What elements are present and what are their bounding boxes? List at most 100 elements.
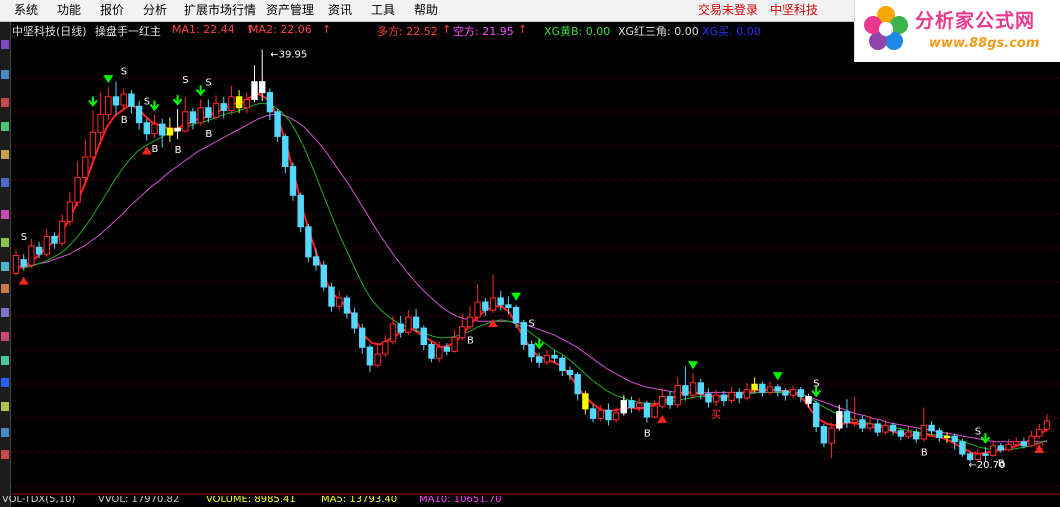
- kong-value: 空方: 21.95: [453, 25, 514, 38]
- menu-help[interactable]: 帮助: [414, 0, 438, 21]
- candle-body: [520, 322, 528, 346]
- ma1-value: MA1: 22.44: [172, 23, 235, 36]
- candle-body: [728, 391, 735, 402]
- signal-b-label: B: [205, 129, 212, 140]
- candle-body: [274, 111, 281, 137]
- candlestick-chart[interactable]: SSBSB BS SBBSB买SBSB买 ←39.95 ←20.70: [11, 22, 1060, 495]
- candle-body: [782, 390, 789, 396]
- candle-body: [682, 385, 689, 396]
- candle-body: [235, 96, 243, 109]
- signal-green-triangle-icon: [688, 361, 699, 370]
- candle-body: [412, 316, 420, 329]
- candle-body: [197, 107, 204, 124]
- candle-body: [966, 453, 974, 460]
- menu-quotes[interactable]: 报价: [100, 0, 124, 21]
- candle-body: [736, 391, 743, 399]
- volume-value: VOLUME: 8985.41: [206, 496, 296, 505]
- candle-body: [666, 396, 674, 406]
- candle-body: [774, 386, 781, 392]
- candle-body: [820, 426, 828, 444]
- toolbar-icon-4[interactable]: [1, 122, 9, 131]
- candle-body: [428, 344, 435, 359]
- candle-body: [813, 402, 820, 428]
- candle-body: [951, 435, 958, 443]
- toolbar-icon-9[interactable]: [1, 262, 9, 271]
- candle-body: [605, 409, 612, 421]
- candle-body: [259, 81, 266, 94]
- candle-body: [759, 383, 766, 393]
- candle-body: [828, 427, 835, 444]
- candle-body: [82, 156, 89, 178]
- toolbar-icon-6[interactable]: [1, 178, 9, 187]
- menu-analysis[interactable]: 分析: [143, 0, 167, 21]
- candle-body: [689, 382, 697, 396]
- candle-body: [889, 424, 897, 432]
- candle-body: [328, 286, 335, 307]
- toolbar-icon-7[interactable]: [1, 210, 9, 219]
- toolbar-icon-12[interactable]: [1, 332, 9, 341]
- toolbar-icon-13[interactable]: [1, 356, 9, 365]
- toolbar-icon-10[interactable]: [1, 284, 9, 293]
- menu-asset-management[interactable]: 资产管理: [266, 0, 314, 21]
- candle-body: [251, 81, 258, 100]
- menu-system[interactable]: 系统: [14, 0, 38, 21]
- candle-body: [643, 402, 651, 418]
- toolbar-icon-1[interactable]: [1, 40, 9, 49]
- toolbar-icon-17[interactable]: [1, 450, 9, 459]
- high-price-label: ←39.95: [270, 50, 307, 61]
- candle-body: [174, 127, 181, 132]
- menu-news[interactable]: 资讯: [328, 0, 352, 21]
- menu-tools[interactable]: 工具: [371, 0, 395, 21]
- toolbar-icon-14[interactable]: [1, 378, 9, 387]
- candle-body: [120, 93, 127, 106]
- candle-body: [228, 96, 235, 112]
- toolbar-icon-2[interactable]: [1, 70, 9, 79]
- candle-body: [505, 304, 512, 308]
- candle-body: [374, 353, 381, 366]
- stock-name: 中坚科技(日线): [12, 25, 87, 38]
- candle-body: [789, 389, 797, 396]
- toolbar-icon-11[interactable]: [1, 308, 9, 317]
- candle-body: [874, 423, 881, 433]
- candle-body: [628, 400, 635, 408]
- trade-login-status[interactable]: 交易未登录: [698, 0, 758, 21]
- candle-body: [12, 255, 20, 274]
- candle-body: [674, 385, 681, 406]
- toolbar-icon-5[interactable]: [1, 150, 9, 159]
- candle-body: [920, 424, 928, 440]
- candle-body: [205, 107, 212, 118]
- candle-body: [312, 256, 320, 266]
- candle-body: [751, 383, 758, 391]
- signal-green-triangle-icon: [103, 75, 114, 84]
- formula-name: 操盘手一红主: [95, 25, 161, 38]
- candle-body: [589, 408, 597, 419]
- candle-body: [443, 346, 451, 352]
- signal-green-arrow-icon: [172, 95, 183, 106]
- candle-body: [566, 370, 574, 376]
- toolbar-icon-3[interactable]: [1, 98, 9, 107]
- candle-body: [474, 301, 481, 318]
- candle-body: [289, 166, 297, 196]
- candle-body: [659, 396, 666, 407]
- signal-buy-label: 买: [1034, 442, 1044, 454]
- candle-body: [112, 96, 120, 106]
- candle-body: [20, 259, 27, 267]
- toolbar-icon-15[interactable]: [1, 402, 9, 411]
- candle-body: [466, 316, 474, 328]
- left-toolbar: [0, 22, 11, 507]
- candle-body: [905, 431, 912, 437]
- candle-body: [243, 99, 251, 109]
- candle-body: [612, 412, 620, 421]
- signal-b-label: B: [151, 144, 158, 155]
- candle-body: [720, 394, 728, 402]
- menu-functions[interactable]: 功能: [57, 0, 81, 21]
- candle-body: [743, 389, 751, 399]
- toolbar-icon-8[interactable]: [1, 238, 9, 247]
- ma-red-line: [15, 92, 1048, 456]
- toolbar-icon-16[interactable]: [1, 428, 9, 437]
- candle-body: [436, 346, 443, 359]
- signal-s-label: S: [205, 77, 211, 88]
- duo-arrow: ↑: [442, 23, 452, 36]
- menu-extended-market[interactable]: 扩展市场行情: [184, 0, 256, 21]
- candle-body: [151, 123, 158, 135]
